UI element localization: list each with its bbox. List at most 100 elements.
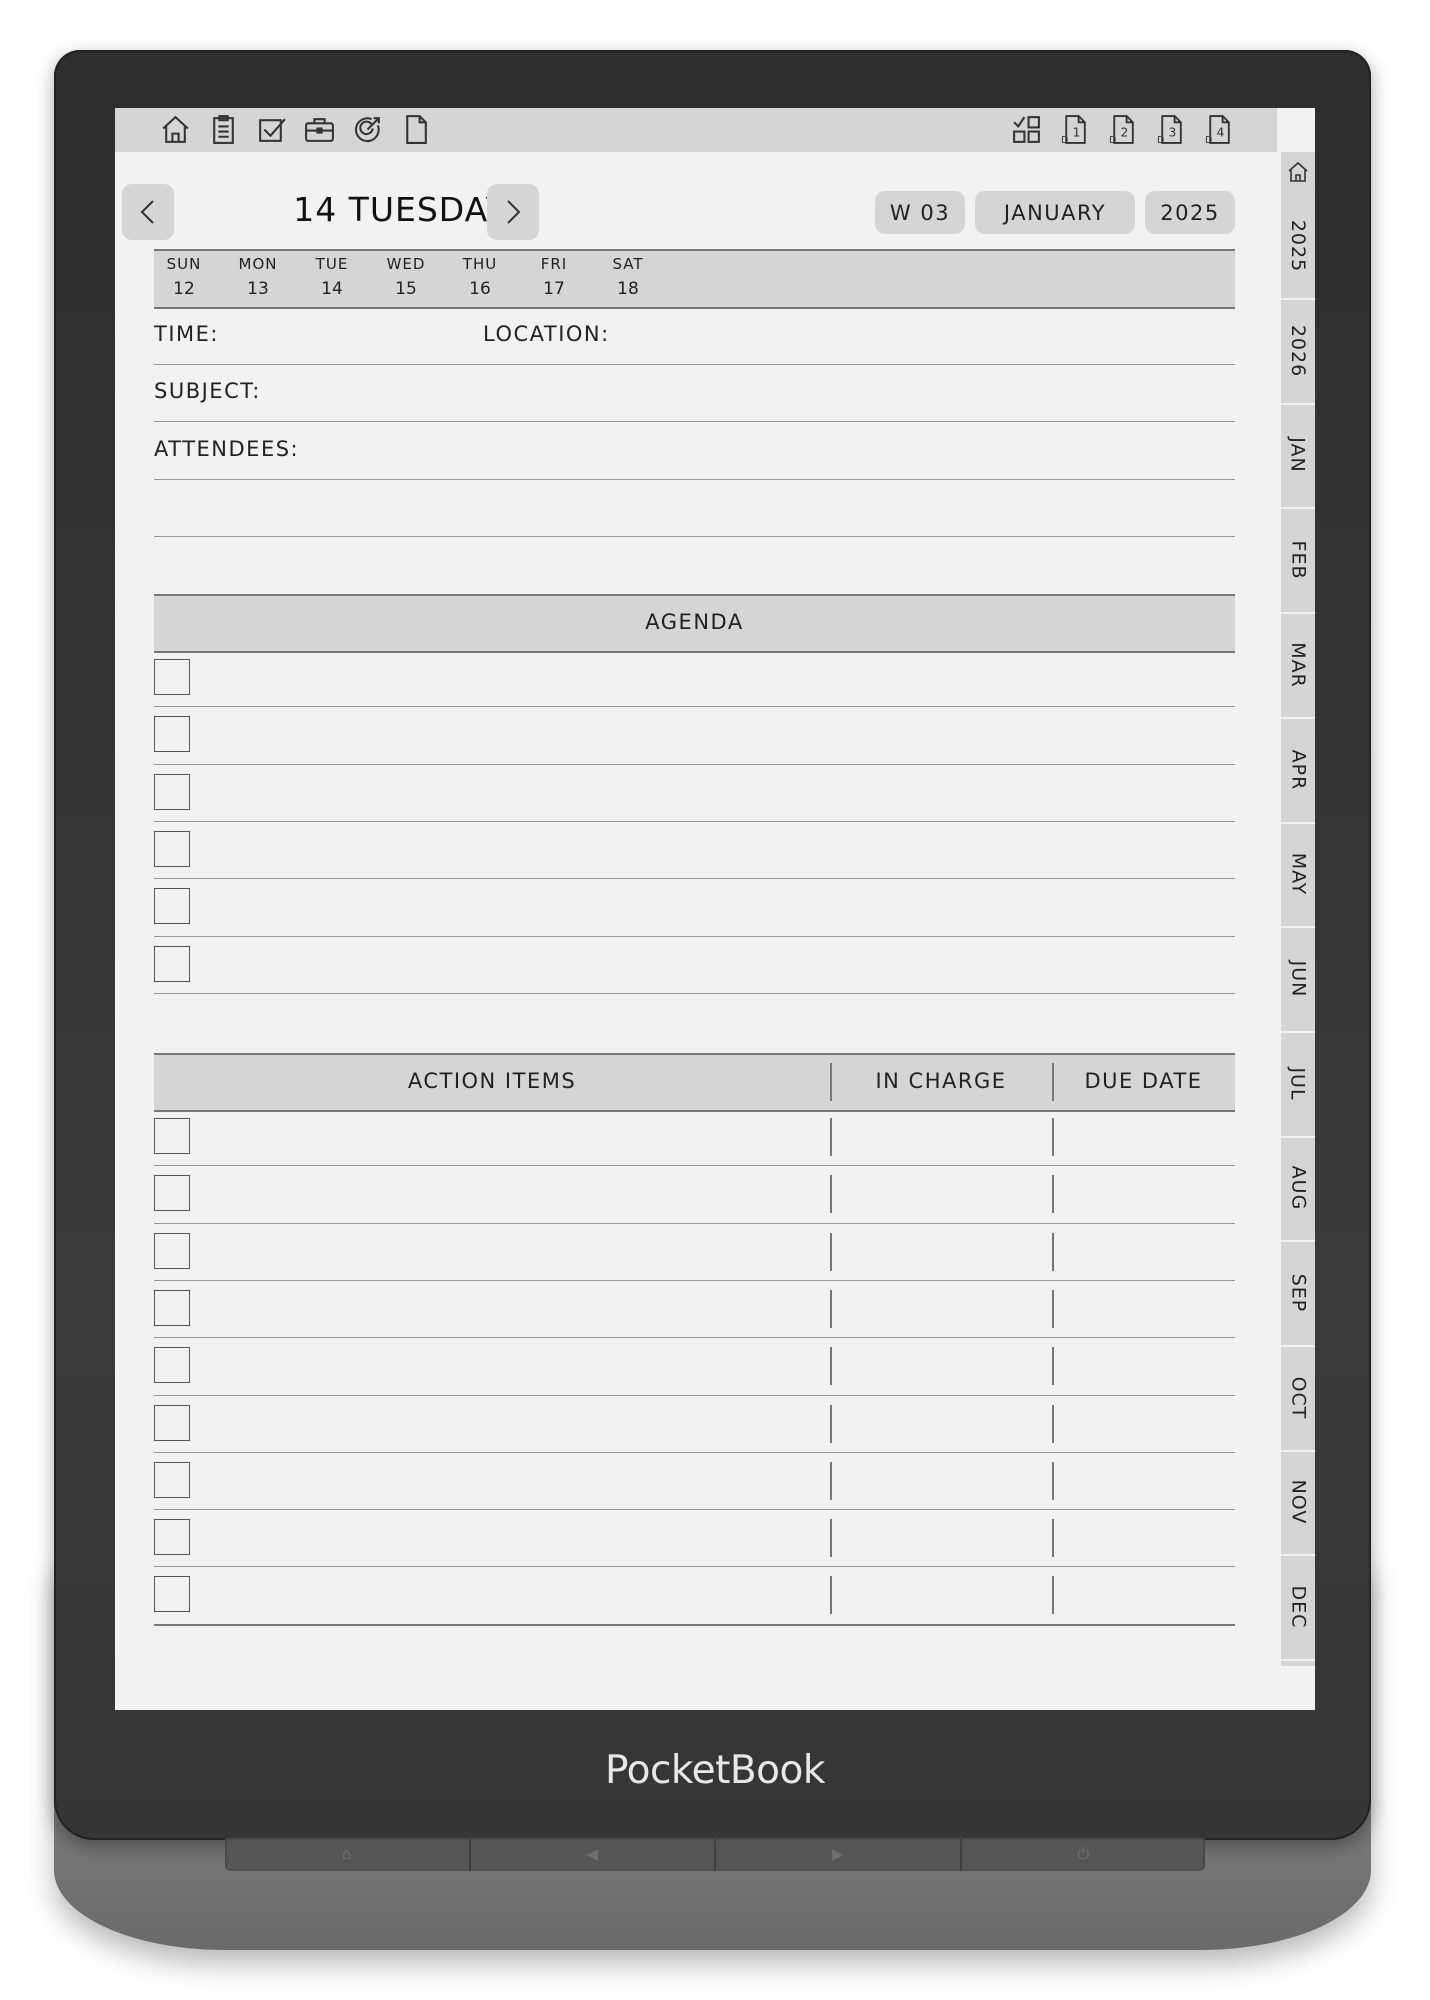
side-tab-jan[interactable]: JAN xyxy=(1281,403,1315,510)
side-tab-label: MAR xyxy=(1287,642,1309,688)
action-row-line[interactable] xyxy=(154,1509,1235,1511)
week-day-thu[interactable]: THU 16 xyxy=(450,255,510,299)
week-day-number: 18 xyxy=(617,279,639,299)
week-day-sun[interactable]: SUN 12 xyxy=(154,255,214,299)
action-row-line[interactable] xyxy=(154,1279,1235,1281)
side-tab-nov[interactable]: NOV xyxy=(1281,1450,1315,1557)
agenda-row-line[interactable] xyxy=(154,820,1235,822)
week-day-number: 17 xyxy=(543,279,565,299)
action-checkbox[interactable] xyxy=(154,1175,190,1212)
side-tab-jul[interactable]: JUL xyxy=(1281,1032,1315,1138)
agenda-checkbox[interactable] xyxy=(154,716,190,753)
column-divider xyxy=(1052,1118,1054,1156)
svg-text:D: D xyxy=(1205,135,1212,146)
action-checkbox[interactable] xyxy=(154,1347,190,1384)
side-tab-sep[interactable]: SEP xyxy=(1281,1241,1315,1347)
side-tab-mar[interactable]: MAR xyxy=(1281,613,1315,719)
agenda-row-line[interactable] xyxy=(154,935,1235,937)
side-tab-apr[interactable]: APR xyxy=(1281,718,1315,824)
action-checkbox[interactable] xyxy=(154,1289,190,1326)
grid-icon[interactable] xyxy=(1010,113,1043,146)
action-checkbox[interactable] xyxy=(154,1118,190,1154)
page-icon[interactable] xyxy=(399,113,432,146)
hw-next-button[interactable]: ▶ xyxy=(716,1836,962,1871)
agenda-header: AGENDA xyxy=(154,594,1235,653)
hw-prev-button[interactable]: ◀ xyxy=(471,1836,716,1871)
hardware-buttons: ⌂ ◀ ▶ ⏻ xyxy=(225,1836,1205,1871)
target-icon[interactable] xyxy=(351,113,384,146)
time-label: TIME: xyxy=(154,322,219,346)
hw-home-button[interactable]: ⌂ xyxy=(225,1836,471,1871)
side-tab-jun[interactable]: JUN xyxy=(1281,927,1315,1033)
month-button[interactable]: JANUARY xyxy=(975,191,1135,234)
attendees-line-2[interactable] xyxy=(154,536,1235,537)
column-divider xyxy=(830,1404,832,1443)
home-icon[interactable] xyxy=(159,113,192,146)
agenda-checkbox[interactable] xyxy=(154,888,190,925)
action-row-line[interactable] xyxy=(154,1451,1235,1453)
prev-day-button[interactable] xyxy=(122,184,174,240)
week-day-sat[interactable]: SAT 18 xyxy=(598,255,658,299)
agenda-row-line[interactable] xyxy=(154,706,1235,708)
action-checkbox[interactable] xyxy=(154,1232,190,1269)
week-day-mon[interactable]: MON 13 xyxy=(228,255,288,299)
side-tab-label: SEP xyxy=(1287,1273,1309,1313)
time-line[interactable] xyxy=(154,364,1235,365)
week-day-number: 15 xyxy=(395,279,417,299)
week-strip: SUN 12 MON 13 TUE 14 WED 15 THU 16 FRI 17 SAT 18 xyxy=(154,249,1235,309)
agenda-row-line[interactable] xyxy=(154,763,1235,765)
year-button[interactable]: 2025 xyxy=(1145,191,1235,234)
action-items-col: ACTION ITEMS xyxy=(407,1069,577,1093)
action-row-line[interactable] xyxy=(154,1222,1235,1224)
tab-home-icon[interactable] xyxy=(1286,160,1310,184)
agenda-checkbox[interactable] xyxy=(154,773,190,810)
side-tab-aug[interactable]: AUG xyxy=(1281,1136,1315,1243)
side-tab-label: AUG xyxy=(1287,1165,1310,1211)
hw-power-button[interactable]: ⏻ xyxy=(962,1836,1206,1871)
subject-line[interactable] xyxy=(154,421,1235,422)
week-button[interactable]: W 03 xyxy=(875,191,965,234)
action-checkbox[interactable] xyxy=(154,1404,190,1441)
action-row-line[interactable] xyxy=(154,1337,1235,1339)
action-row-line[interactable] xyxy=(154,1394,1235,1396)
action-checkbox[interactable] xyxy=(154,1519,190,1556)
action-row-line[interactable] xyxy=(154,1566,1235,1568)
checkbox-icon[interactable] xyxy=(255,113,288,146)
doc-2-icon[interactable]: 2D xyxy=(1106,113,1139,146)
action-row-line[interactable] xyxy=(154,1623,1235,1626)
column-divider xyxy=(830,1347,832,1386)
svg-text:D: D xyxy=(1109,135,1116,146)
agenda-checkbox[interactable] xyxy=(154,945,190,982)
agenda-row-line[interactable] xyxy=(154,878,1235,880)
action-checkbox[interactable] xyxy=(154,1461,190,1498)
agenda-checkbox[interactable] xyxy=(154,830,190,867)
doc-1-icon[interactable]: 1D xyxy=(1058,113,1091,146)
top-toolbar: 1D 2D 3D 4D xyxy=(115,108,1277,152)
svg-text:D: D xyxy=(1061,135,1068,146)
agenda-row-line[interactable] xyxy=(154,992,1235,994)
attendees-label: ATTENDEES: xyxy=(154,437,300,461)
side-tab-label: JUN xyxy=(1287,960,1310,998)
action-row-line[interactable] xyxy=(154,1165,1235,1167)
next-day-button[interactable] xyxy=(487,184,539,240)
briefcase-icon[interactable] xyxy=(303,113,336,146)
clipboard-icon[interactable] xyxy=(207,113,240,146)
side-tab-2025[interactable]: 2025 xyxy=(1281,194,1315,300)
side-tab-oct[interactable]: OCT xyxy=(1281,1346,1315,1452)
side-tab-dec[interactable]: DEC xyxy=(1281,1555,1315,1662)
column-divider xyxy=(830,1232,832,1271)
doc-4-icon[interactable]: 4D xyxy=(1202,113,1235,146)
week-day-fri[interactable]: FRI 17 xyxy=(524,255,584,299)
chevron-right-icon xyxy=(507,200,521,224)
action-checkbox[interactable] xyxy=(154,1576,190,1613)
side-tab-2026[interactable]: 2026 xyxy=(1281,299,1315,405)
agenda-checkbox[interactable] xyxy=(154,659,190,695)
doc-3-icon[interactable]: 3D xyxy=(1154,113,1187,146)
side-tab-may[interactable]: MAY xyxy=(1281,822,1315,929)
week-day-wed[interactable]: WED 15 xyxy=(376,255,436,299)
svg-text:4: 4 xyxy=(1216,126,1224,140)
week-day-tue[interactable]: TUE 14 xyxy=(302,255,362,299)
attendees-line[interactable] xyxy=(154,479,1235,480)
side-tab-feb[interactable]: FEB xyxy=(1281,508,1315,615)
column-divider xyxy=(830,1519,832,1558)
